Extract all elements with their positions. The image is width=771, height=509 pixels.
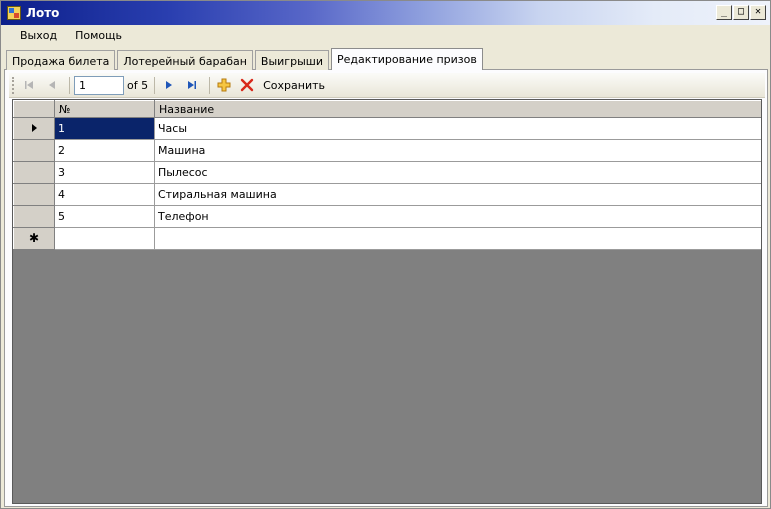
row-header[interactable] xyxy=(13,205,55,228)
main-window: Лото _ □ ✕ Выход Помощь Продажа билета Л… xyxy=(0,0,771,509)
row-header[interactable] xyxy=(13,139,55,162)
move-last-icon[interactable] xyxy=(182,75,202,95)
cell-number-new[interactable] xyxy=(54,227,155,250)
cell-name[interactable]: Стиральная машина xyxy=(154,183,761,206)
menu-exit[interactable]: Выход xyxy=(11,27,66,44)
title-bar[interactable]: Лото _ □ ✕ xyxy=(1,1,770,25)
row-header-current[interactable] xyxy=(13,117,55,140)
cell-name[interactable]: Часы xyxy=(154,117,761,140)
toolbar-separator xyxy=(209,76,211,94)
maximize-button[interactable]: □ xyxy=(733,5,749,20)
save-button[interactable]: Сохранить xyxy=(263,79,325,92)
record-count-label: of 5 xyxy=(127,78,149,92)
add-new-icon[interactable] xyxy=(214,75,234,95)
position-input[interactable] xyxy=(74,75,124,95)
column-header-number[interactable]: № xyxy=(54,100,155,118)
column-header-name[interactable]: Название xyxy=(154,100,761,118)
cell-number[interactable]: 2 xyxy=(54,139,155,162)
prizes-grid[interactable]: № Название 1 Часы 2 Машина 3 Пылесос 4 С… xyxy=(12,99,762,504)
table-row[interactable]: 1 Часы xyxy=(13,117,761,140)
cell-name[interactable]: Телефон xyxy=(154,205,761,228)
window-title: Лото xyxy=(26,6,60,20)
table-row[interactable]: 4 Стиральная машина xyxy=(13,183,761,206)
binding-navigator: of 5 Сохранить xyxy=(9,73,765,98)
app-icon xyxy=(7,6,21,20)
tab-winnings[interactable]: Выигрыши xyxy=(254,50,329,70)
cell-number[interactable]: 4 xyxy=(54,183,155,206)
minimize-button[interactable]: _ xyxy=(716,5,732,20)
new-row-header[interactable]: ✱ xyxy=(13,227,55,250)
tab-strip: Продажа билета Лотерейный барабан Выигры… xyxy=(6,48,485,70)
menu-help[interactable]: Помощь xyxy=(66,27,131,44)
tab-edit-prizes[interactable]: Редактирование призов xyxy=(330,48,483,70)
table-row[interactable]: 5 Телефон xyxy=(13,205,761,228)
tab-lottery-drum[interactable]: Лотерейный барабан xyxy=(117,50,253,70)
move-previous-icon[interactable] xyxy=(42,75,62,95)
close-button[interactable]: ✕ xyxy=(750,5,766,20)
move-first-icon[interactable] xyxy=(19,75,39,95)
row-header-corner[interactable] xyxy=(13,100,55,118)
row-header[interactable] xyxy=(13,183,55,206)
move-next-icon[interactable] xyxy=(159,75,179,95)
toolbar-separator xyxy=(69,76,70,94)
current-row-arrow-icon xyxy=(31,124,37,132)
tab-ticket-sale[interactable]: Продажа билета xyxy=(6,50,116,70)
grid-header-row: № Название xyxy=(13,100,761,118)
toolbar-grip[interactable] xyxy=(12,76,15,94)
cell-name-new[interactable] xyxy=(154,227,761,250)
cell-number[interactable]: 1 xyxy=(54,117,155,140)
cell-name[interactable]: Машина xyxy=(154,139,761,162)
delete-icon[interactable] xyxy=(237,75,257,95)
new-row-star-icon: ✱ xyxy=(28,231,40,245)
cell-number[interactable]: 5 xyxy=(54,205,155,228)
toolbar-separator xyxy=(154,76,156,94)
table-row[interactable]: 3 Пылесос xyxy=(13,161,761,184)
cell-name[interactable]: Пылесос xyxy=(154,161,761,184)
new-row[interactable]: ✱ xyxy=(13,227,761,250)
menu-bar: Выход Помощь xyxy=(1,25,770,46)
row-header[interactable] xyxy=(13,161,55,184)
table-row[interactable]: 2 Машина xyxy=(13,139,761,162)
cell-number[interactable]: 3 xyxy=(54,161,155,184)
